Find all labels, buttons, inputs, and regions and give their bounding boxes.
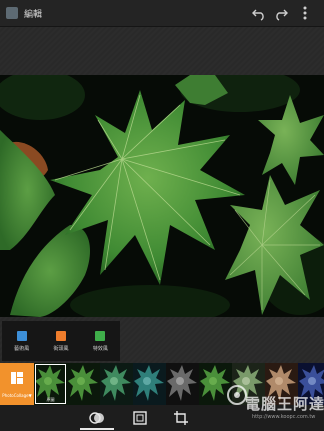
- tab-effects-style[interactable]: 特效風: [81, 321, 120, 361]
- street-style-icon: [55, 330, 66, 341]
- photo-leaves: [0, 75, 324, 317]
- tab-label: 藝術風: [14, 345, 30, 352]
- photocollage-label: PhotoCollage▼: [2, 393, 32, 398]
- watermark-text: 電腦王阿達: [245, 395, 324, 413]
- filter-thumbnail[interactable]: 原圖: [34, 363, 67, 405]
- art-style-icon: [16, 330, 27, 341]
- app-icon: [6, 7, 18, 19]
- active-tab-indicator: [80, 428, 114, 430]
- tab-label: 特效風: [92, 345, 108, 352]
- tab-label: 街頭風: [53, 345, 69, 352]
- filter-thumbnail[interactable]: [100, 363, 133, 405]
- filter-thumbnail[interactable]: [67, 363, 100, 405]
- thumbnail-image: [67, 363, 100, 405]
- tab-street-style[interactable]: 街頭風: [41, 321, 80, 361]
- top-panel: [0, 27, 324, 75]
- watermark-url: http://www.koopc.com.tw: [252, 414, 316, 420]
- thumbnail-image: [166, 363, 199, 405]
- photocollage-icon: [11, 372, 23, 384]
- frame-icon[interactable]: [131, 409, 149, 427]
- tab-art-style[interactable]: 藝術風: [2, 321, 41, 361]
- redo-icon[interactable]: [272, 4, 290, 22]
- filter-thumbnail[interactable]: [166, 363, 199, 405]
- photocollage-button[interactable]: PhotoCollage▼: [0, 363, 34, 405]
- crop-icon[interactable]: [172, 409, 190, 427]
- thumbnail-image: [133, 363, 166, 405]
- more-vert-icon[interactable]: [296, 4, 314, 22]
- top-app-bar: 編輯: [0, 0, 324, 27]
- photo-canvas[interactable]: [0, 75, 324, 317]
- thumbnail-image: [100, 363, 133, 405]
- effects-style-icon: [95, 330, 106, 341]
- app-title: 編輯: [24, 10, 43, 20]
- filters-icon[interactable]: [88, 409, 106, 427]
- filter-thumbnail[interactable]: [133, 363, 166, 405]
- thumbnail-label: 原圖: [46, 397, 55, 402]
- undo-icon[interactable]: [250, 4, 268, 22]
- style-tabs: 藝術風 街頭風 特效風: [2, 321, 120, 361]
